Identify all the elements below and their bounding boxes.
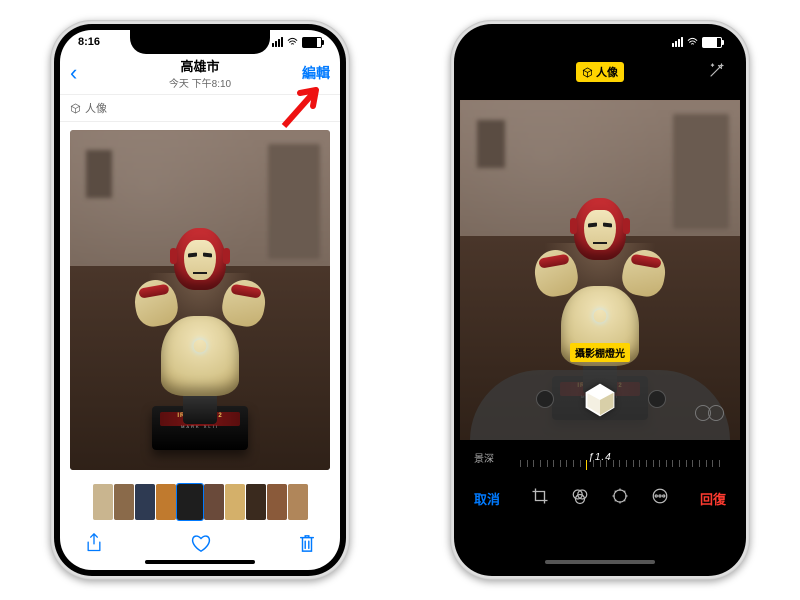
notch [530, 30, 670, 54]
cube-icon [70, 103, 81, 114]
bottom-toolbar [60, 528, 340, 564]
cube-icon [582, 67, 593, 78]
thumbnail[interactable] [246, 484, 266, 520]
battery-icon [302, 37, 322, 48]
thumbnail[interactable] [204, 484, 224, 520]
wifi-icon [687, 37, 698, 48]
depth-control-row: 景深 ƒ1.4 [460, 440, 740, 474]
portrait-tag-label: 人像 [85, 100, 107, 116]
lighting-option-prev[interactable] [536, 390, 554, 408]
portrait-badge[interactable]: 人像 [576, 62, 624, 82]
cancel-button[interactable]: 取消 [474, 489, 500, 508]
thumbnail[interactable] [93, 484, 113, 520]
signal-icon [272, 37, 283, 47]
phone-photos-detail: 8:16 ✈︎ ‹ 高雄市 今天 下午8:10 編輯 人像 [50, 20, 350, 580]
depth-label: 景深 [474, 450, 510, 465]
share-button[interactable] [84, 532, 104, 560]
thumbnail[interactable] [114, 484, 134, 520]
photo-main[interactable]: IRON MAN 2 MARK XLII [70, 130, 330, 470]
trash-button[interactable] [298, 533, 316, 559]
edit-top-bar: 人像 [460, 54, 740, 90]
battery-icon [702, 37, 722, 48]
notch [130, 30, 270, 54]
thumbnail[interactable] [267, 484, 287, 520]
thumbnail[interactable] [177, 484, 203, 520]
lighting-option-next[interactable] [648, 390, 666, 408]
depth-preview-icon[interactable] [698, 405, 724, 426]
thumbnail-strip[interactable] [60, 484, 340, 522]
revert-button[interactable]: 回復 [700, 489, 726, 508]
status-time: 8:16 [78, 36, 100, 48]
more-tool[interactable] [651, 487, 669, 510]
favorite-button[interactable] [190, 533, 212, 559]
thumbnail[interactable] [288, 484, 308, 520]
photo-edit-canvas[interactable]: IRON MAN 2 MARK XLII 攝影棚燈光 [460, 100, 740, 440]
adjust-tool[interactable] [611, 487, 629, 510]
wifi-icon [287, 37, 298, 48]
home-indicator[interactable] [145, 560, 255, 564]
thumbnail[interactable] [156, 484, 176, 520]
edit-toolbar: 取消 circle{fill:none;stroke:#bbb;stroke-w… [460, 476, 740, 520]
annotation-arrow [276, 76, 332, 137]
back-button[interactable]: ‹ [70, 60, 77, 86]
lighting-mode-badge: 攝影棚燈光 [570, 343, 630, 362]
depth-slider[interactable] [520, 460, 720, 470]
phone-photo-edit: 人像 IRON MAN 2 MARK XLII [450, 20, 750, 580]
filters-tool[interactable]: circle{fill:none;stroke:#bbb;stroke-widt… [571, 487, 589, 510]
home-indicator[interactable] [545, 560, 655, 564]
signal-icon [672, 37, 683, 47]
lighting-option-selected[interactable] [582, 382, 618, 418]
thumbnail[interactable] [135, 484, 155, 520]
nav-title: 高雄市 [60, 56, 340, 75]
thumbnail[interactable] [225, 484, 245, 520]
magic-wand-button[interactable] [708, 61, 726, 84]
crop-tool[interactable] [531, 487, 549, 510]
